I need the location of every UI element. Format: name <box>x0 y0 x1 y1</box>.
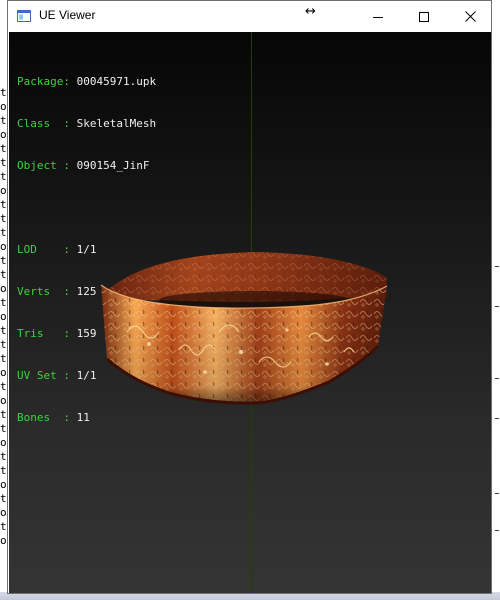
resize-cursor-icon: ↔ <box>305 4 316 19</box>
minimize-icon <box>373 16 383 18</box>
info-class: Class : SkeletalMesh <box>17 117 157 130</box>
app-icon <box>17 10 31 22</box>
info-object: Object : 090154_JinF <box>17 159 150 172</box>
info-uvset: UV Set : 1/1 <box>17 369 97 382</box>
minimize-button[interactable] <box>355 1 401 32</box>
close-button[interactable] <box>447 1 493 32</box>
info-bones: Bones : 11 <box>17 411 90 424</box>
desktop: tototttotttottototttotottottototo UE Vie… <box>0 0 500 600</box>
close-icon <box>464 11 476 22</box>
maximize-icon <box>419 11 429 22</box>
info-verts: Verts : 125 <box>17 285 97 298</box>
info-package: Package: 00045971.upk <box>17 75 157 88</box>
info-lod: LOD : 1/1 <box>17 243 97 256</box>
maximize-button[interactable] <box>401 1 447 32</box>
title-bar[interactable]: UE Viewer ↔ <box>8 1 491 32</box>
ue-viewer-window: UE Viewer ↔ Package: 00045971.upk Class … <box>7 0 492 594</box>
info-tris: Tris : 159 <box>17 327 97 340</box>
background-window-edge <box>492 40 500 560</box>
3d-viewport[interactable]: Package: 00045971.upk Class : SkeletalMe… <box>9 32 491 593</box>
window-title: UE Viewer <box>39 8 96 22</box>
mesh-info-overlay: Package: 00045971.upk Class : SkeletalMe… <box>17 47 156 453</box>
